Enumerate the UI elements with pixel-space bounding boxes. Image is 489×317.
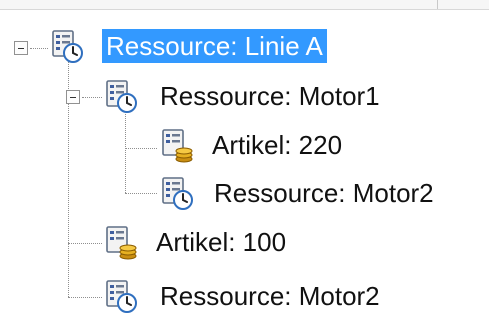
tree-connector — [82, 97, 102, 98]
tree-node-label: Ressource: Linie A — [102, 29, 327, 63]
tree-node-label: Artikel: 100 — [156, 227, 287, 257]
tree-node-label: Ressource: Motor2 — [160, 281, 380, 311]
resource-icon — [52, 30, 83, 63]
article-icon — [106, 226, 137, 260]
tree-view[interactable]: Ressource: Linie A Ressource: Motor1 Art… — [0, 0, 489, 317]
tree-connector — [125, 148, 157, 149]
collapse-toggle-root[interactable] — [14, 41, 28, 55]
tree-connector — [125, 193, 157, 194]
tree-connector — [30, 48, 48, 49]
resource-icon — [106, 80, 137, 113]
tree-node-label: Ressource: Motor1 — [160, 81, 380, 111]
tree-connector — [68, 243, 102, 244]
collapse-toggle-motor1[interactable] — [66, 90, 80, 104]
resource-icon — [162, 177, 193, 210]
tree-node-label: Artikel: 220 — [212, 130, 343, 160]
tree-connector — [125, 114, 126, 193]
tree-node-label: Ressource: Motor2 — [214, 178, 434, 208]
resource-icon — [106, 280, 137, 313]
article-icon — [162, 129, 193, 163]
tree-connector — [68, 297, 102, 298]
